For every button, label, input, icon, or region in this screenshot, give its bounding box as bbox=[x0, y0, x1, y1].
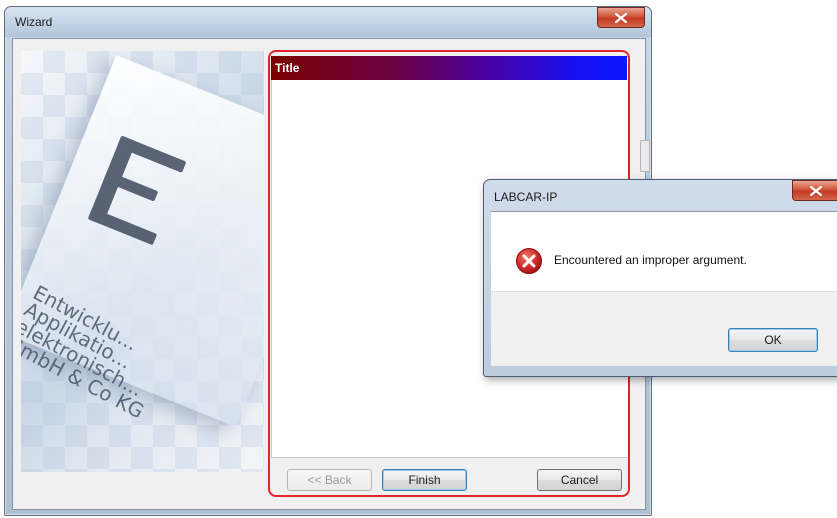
error-message-box: LABCAR-IP Encountered an improper argume… bbox=[483, 179, 837, 377]
message-box-title: LABCAR-IP bbox=[494, 190, 558, 204]
message-box-close-button[interactable] bbox=[792, 180, 837, 201]
ok-button[interactable]: OK bbox=[728, 328, 818, 352]
close-icon bbox=[615, 12, 627, 23]
wizard-close-button[interactable] bbox=[597, 7, 645, 28]
message-box-titlebar[interactable]: LABCAR-IP bbox=[484, 180, 837, 210]
error-message-text: Encountered an improper argument. bbox=[554, 253, 747, 267]
wizard-banner-image: Entwicklu... Applikatio... elektronisch.… bbox=[21, 51, 264, 472]
close-icon bbox=[810, 185, 822, 196]
wizard-scrollbar[interactable] bbox=[640, 140, 650, 172]
wizard-titlebar[interactable]: Wizard bbox=[5, 7, 651, 37]
error-icon bbox=[516, 248, 542, 274]
wizard-title: Wizard bbox=[15, 15, 53, 29]
